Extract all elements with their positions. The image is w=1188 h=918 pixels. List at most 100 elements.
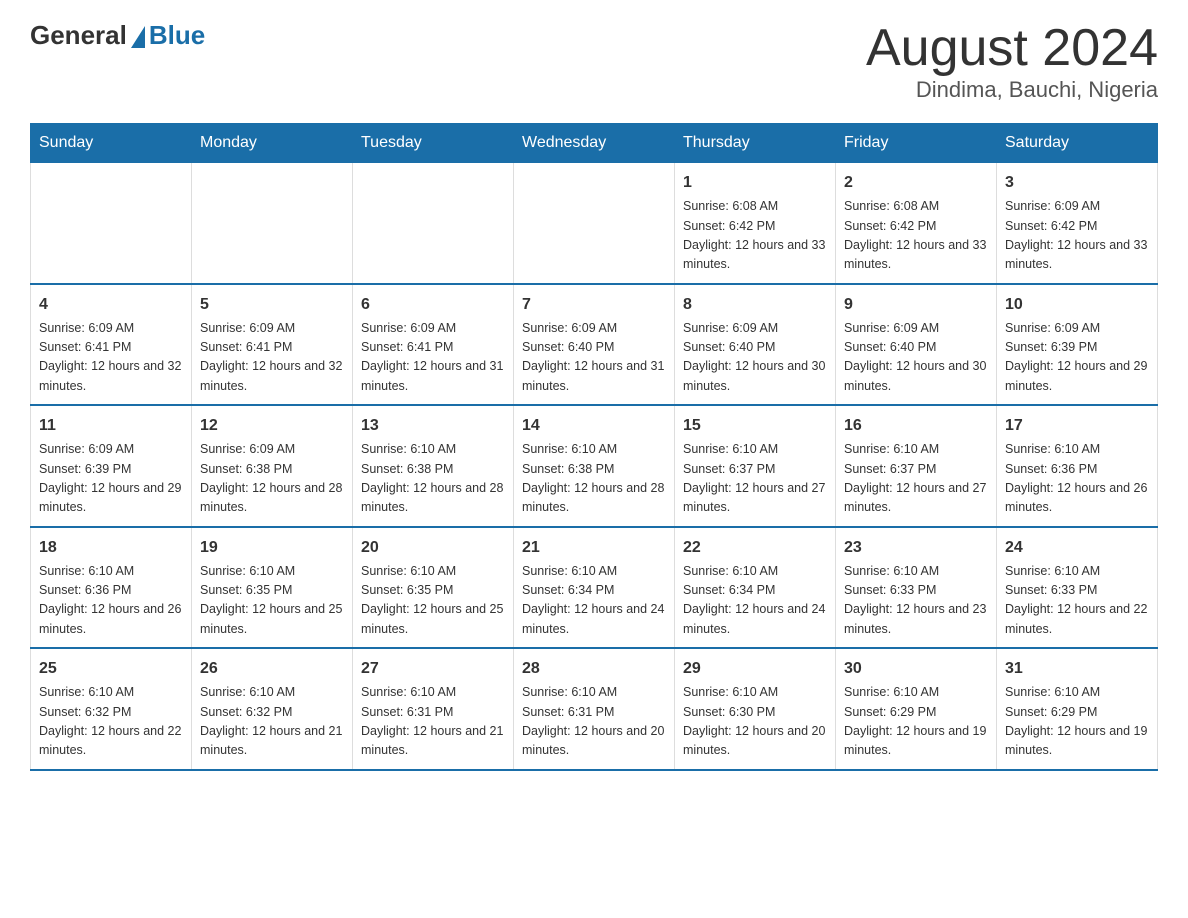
calendar-cell: 14Sunrise: 6:10 AMSunset: 6:38 PMDayligh… (514, 405, 675, 527)
day-number: 31 (1005, 657, 1149, 681)
day-info: Sunrise: 6:10 AMSunset: 6:34 PMDaylight:… (522, 562, 666, 640)
day-of-week-wednesday: Wednesday (514, 124, 675, 163)
day-info: Sunrise: 6:10 AMSunset: 6:38 PMDaylight:… (522, 440, 666, 518)
day-number: 10 (1005, 293, 1149, 317)
calendar-cell: 9Sunrise: 6:09 AMSunset: 6:40 PMDaylight… (836, 284, 997, 406)
calendar-cell: 28Sunrise: 6:10 AMSunset: 6:31 PMDayligh… (514, 648, 675, 770)
day-number: 28 (522, 657, 666, 681)
calendar-cell: 22Sunrise: 6:10 AMSunset: 6:34 PMDayligh… (675, 527, 836, 649)
day-info: Sunrise: 6:10 AMSunset: 6:36 PMDaylight:… (39, 562, 183, 640)
day-number: 19 (200, 536, 344, 560)
calendar-cell: 19Sunrise: 6:10 AMSunset: 6:35 PMDayligh… (192, 527, 353, 649)
calendar-cell: 16Sunrise: 6:10 AMSunset: 6:37 PMDayligh… (836, 405, 997, 527)
calendar-cell: 3Sunrise: 6:09 AMSunset: 6:42 PMDaylight… (997, 163, 1158, 284)
calendar-cell: 24Sunrise: 6:10 AMSunset: 6:33 PMDayligh… (997, 527, 1158, 649)
calendar-cell: 26Sunrise: 6:10 AMSunset: 6:32 PMDayligh… (192, 648, 353, 770)
day-number: 17 (1005, 414, 1149, 438)
day-number: 14 (522, 414, 666, 438)
day-info: Sunrise: 6:09 AMSunset: 6:38 PMDaylight:… (200, 440, 344, 518)
day-number: 21 (522, 536, 666, 560)
day-number: 12 (200, 414, 344, 438)
calendar-cell (31, 163, 192, 284)
day-number: 16 (844, 414, 988, 438)
day-info: Sunrise: 6:09 AMSunset: 6:39 PMDaylight:… (1005, 319, 1149, 397)
calendar-header: SundayMondayTuesdayWednesdayThursdayFrid… (31, 124, 1158, 163)
day-number: 6 (361, 293, 505, 317)
day-number: 11 (39, 414, 183, 438)
day-info: Sunrise: 6:10 AMSunset: 6:37 PMDaylight:… (844, 440, 988, 518)
calendar-cell: 29Sunrise: 6:10 AMSunset: 6:30 PMDayligh… (675, 648, 836, 770)
day-info: Sunrise: 6:08 AMSunset: 6:42 PMDaylight:… (683, 197, 827, 275)
calendar-cell (192, 163, 353, 284)
logo-text-blue: Blue (149, 20, 205, 51)
day-number: 22 (683, 536, 827, 560)
day-number: 18 (39, 536, 183, 560)
day-of-week-sunday: Sunday (31, 124, 192, 163)
calendar-week-2: 4Sunrise: 6:09 AMSunset: 6:41 PMDaylight… (31, 284, 1158, 406)
day-info: Sunrise: 6:09 AMSunset: 6:39 PMDaylight:… (39, 440, 183, 518)
logo-triangle-icon (131, 26, 145, 48)
calendar-cell: 20Sunrise: 6:10 AMSunset: 6:35 PMDayligh… (353, 527, 514, 649)
day-info: Sunrise: 6:10 AMSunset: 6:35 PMDaylight:… (200, 562, 344, 640)
day-info: Sunrise: 6:09 AMSunset: 6:42 PMDaylight:… (1005, 197, 1149, 275)
calendar-cell: 11Sunrise: 6:09 AMSunset: 6:39 PMDayligh… (31, 405, 192, 527)
logo-text-general: General (30, 20, 127, 51)
day-info: Sunrise: 6:10 AMSunset: 6:29 PMDaylight:… (1005, 683, 1149, 761)
day-number: 15 (683, 414, 827, 438)
page-header: General Blue August 2024 Dindima, Bauchi… (30, 20, 1158, 103)
title-block: August 2024 Dindima, Bauchi, Nigeria (866, 20, 1158, 103)
day-number: 25 (39, 657, 183, 681)
day-info: Sunrise: 6:10 AMSunset: 6:31 PMDaylight:… (522, 683, 666, 761)
calendar-cell: 21Sunrise: 6:10 AMSunset: 6:34 PMDayligh… (514, 527, 675, 649)
calendar-cell: 6Sunrise: 6:09 AMSunset: 6:41 PMDaylight… (353, 284, 514, 406)
day-number: 4 (39, 293, 183, 317)
calendar-table: SundayMondayTuesdayWednesdayThursdayFrid… (30, 123, 1158, 771)
day-number: 2 (844, 171, 988, 195)
calendar-cell: 10Sunrise: 6:09 AMSunset: 6:39 PMDayligh… (997, 284, 1158, 406)
calendar-cell: 30Sunrise: 6:10 AMSunset: 6:29 PMDayligh… (836, 648, 997, 770)
day-info: Sunrise: 6:10 AMSunset: 6:32 PMDaylight:… (200, 683, 344, 761)
day-of-week-monday: Monday (192, 124, 353, 163)
day-info: Sunrise: 6:10 AMSunset: 6:31 PMDaylight:… (361, 683, 505, 761)
calendar-subtitle: Dindima, Bauchi, Nigeria (866, 77, 1158, 103)
calendar-cell (514, 163, 675, 284)
day-number: 27 (361, 657, 505, 681)
day-number: 20 (361, 536, 505, 560)
calendar-week-1: 1Sunrise: 6:08 AMSunset: 6:42 PMDaylight… (31, 163, 1158, 284)
day-info: Sunrise: 6:10 AMSunset: 6:34 PMDaylight:… (683, 562, 827, 640)
day-info: Sunrise: 6:10 AMSunset: 6:35 PMDaylight:… (361, 562, 505, 640)
calendar-cell: 23Sunrise: 6:10 AMSunset: 6:33 PMDayligh… (836, 527, 997, 649)
day-number: 7 (522, 293, 666, 317)
day-number: 5 (200, 293, 344, 317)
day-of-week-tuesday: Tuesday (353, 124, 514, 163)
calendar-cell: 25Sunrise: 6:10 AMSunset: 6:32 PMDayligh… (31, 648, 192, 770)
day-info: Sunrise: 6:10 AMSunset: 6:38 PMDaylight:… (361, 440, 505, 518)
day-number: 9 (844, 293, 988, 317)
calendar-cell: 5Sunrise: 6:09 AMSunset: 6:41 PMDaylight… (192, 284, 353, 406)
day-number: 13 (361, 414, 505, 438)
calendar-cell: 31Sunrise: 6:10 AMSunset: 6:29 PMDayligh… (997, 648, 1158, 770)
day-number: 3 (1005, 171, 1149, 195)
calendar-cell: 8Sunrise: 6:09 AMSunset: 6:40 PMDaylight… (675, 284, 836, 406)
day-info: Sunrise: 6:09 AMSunset: 6:40 PMDaylight:… (844, 319, 988, 397)
calendar-cell: 2Sunrise: 6:08 AMSunset: 6:42 PMDaylight… (836, 163, 997, 284)
day-info: Sunrise: 6:10 AMSunset: 6:32 PMDaylight:… (39, 683, 183, 761)
calendar-cell: 17Sunrise: 6:10 AMSunset: 6:36 PMDayligh… (997, 405, 1158, 527)
calendar-cell: 4Sunrise: 6:09 AMSunset: 6:41 PMDaylight… (31, 284, 192, 406)
days-of-week-row: SundayMondayTuesdayWednesdayThursdayFrid… (31, 124, 1158, 163)
day-info: Sunrise: 6:09 AMSunset: 6:40 PMDaylight:… (522, 319, 666, 397)
day-info: Sunrise: 6:09 AMSunset: 6:40 PMDaylight:… (683, 319, 827, 397)
calendar-title: August 2024 (866, 20, 1158, 77)
day-info: Sunrise: 6:10 AMSunset: 6:33 PMDaylight:… (844, 562, 988, 640)
day-number: 8 (683, 293, 827, 317)
day-of-week-friday: Friday (836, 124, 997, 163)
day-number: 1 (683, 171, 827, 195)
calendar-cell (353, 163, 514, 284)
day-info: Sunrise: 6:09 AMSunset: 6:41 PMDaylight:… (39, 319, 183, 397)
calendar-cell: 13Sunrise: 6:10 AMSunset: 6:38 PMDayligh… (353, 405, 514, 527)
day-info: Sunrise: 6:09 AMSunset: 6:41 PMDaylight:… (200, 319, 344, 397)
calendar-cell: 7Sunrise: 6:09 AMSunset: 6:40 PMDaylight… (514, 284, 675, 406)
day-number: 30 (844, 657, 988, 681)
calendar-cell: 18Sunrise: 6:10 AMSunset: 6:36 PMDayligh… (31, 527, 192, 649)
day-number: 23 (844, 536, 988, 560)
